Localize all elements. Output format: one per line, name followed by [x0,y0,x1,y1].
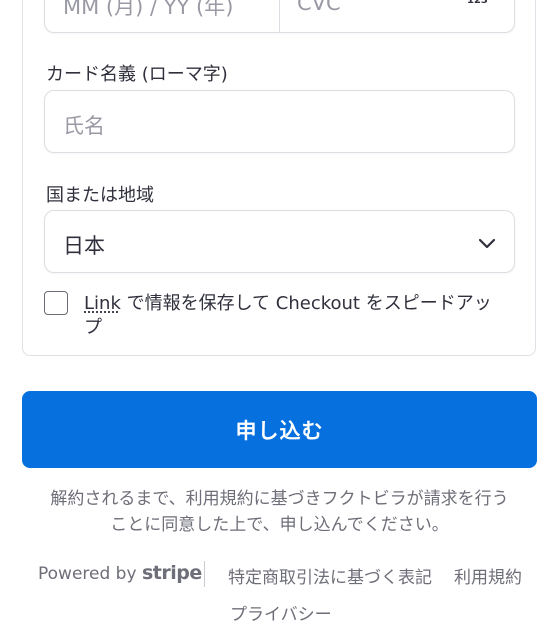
link-save-text-line2: プ [84,317,102,338]
cvc-card-icon: 123 [458,0,494,6]
field-divider [279,0,280,32]
privacy-link[interactable]: プライバシー [230,600,332,625]
subscribe-button-label: 申し込む [235,418,324,443]
svg-text:123: 123 [467,0,488,5]
link-save-checkbox[interactable] [44,291,68,315]
footer-divider [204,561,205,587]
terms-line-2: ことに同意した上で、申し込んでください。 [110,515,449,535]
cardholder-name-placeholder: 氏名 [63,114,105,138]
terms-notice: 解約されるまで、利用規約に基づきフクトビラが請求を行う ことに同意した上で、申し… [22,486,537,538]
powered-by-stripe[interactable]: Powered by stripe [38,562,202,584]
link-save-text-line1: で情報を保存して Checkout をスピードアッ [120,293,492,314]
commerce-law-link[interactable]: 特定商取引法に基づく表記 [228,563,432,588]
cardholder-name-label: カード名義 (ローマ字) [46,64,228,85]
cardholder-name-field[interactable]: 氏名 [44,90,515,153]
terms-link[interactable]: 利用規約 [454,563,522,588]
country-label: 国または地域 [46,185,154,206]
stripe-logo: stripe [141,562,202,584]
chevron-down-icon [478,235,496,249]
link-save-text: Link で情報を保存して Checkout をスピードアップ [84,292,504,340]
expiry-cvc-row: MM (月) / YY (年) CVC 123 [44,0,515,33]
terms-line-1: 解約されるまで、利用規約に基づきフクトビラが請求を行う [50,489,509,509]
country-value: 日本 [63,234,105,258]
subscribe-button[interactable]: 申し込む [22,391,537,468]
expiry-input[interactable]: MM (月) / YY (年) [63,0,233,21]
link-link[interactable]: Link [84,293,121,314]
country-select[interactable]: 日本 [44,210,515,273]
powered-by-text: Powered by [38,564,137,584]
cvc-input[interactable]: CVC [297,0,341,15]
